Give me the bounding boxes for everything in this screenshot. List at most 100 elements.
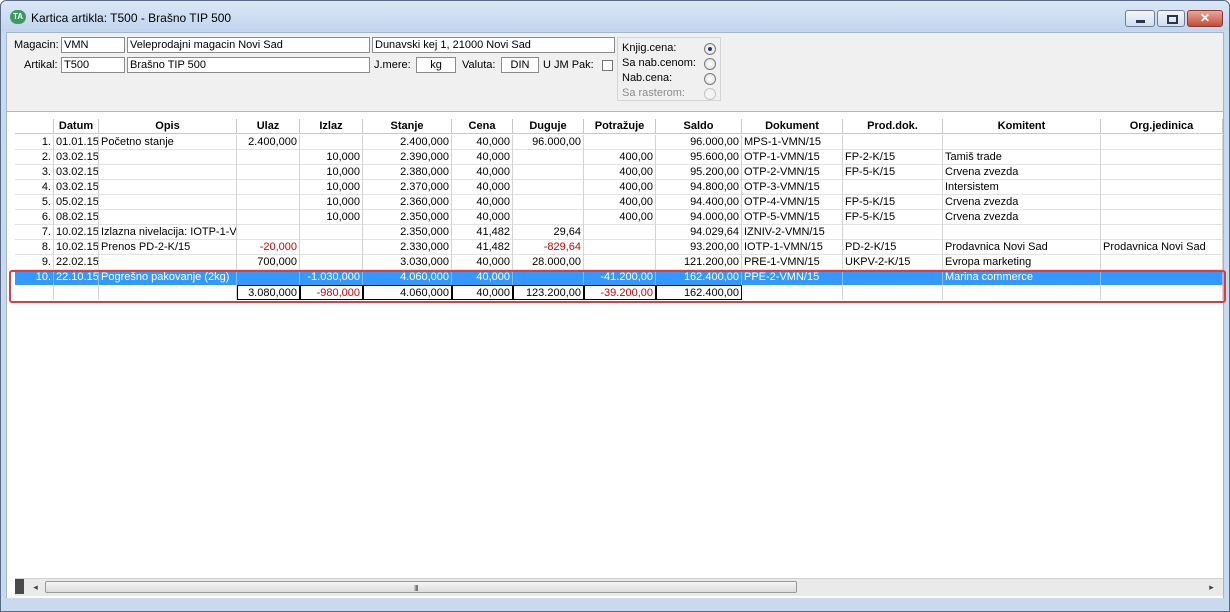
cell-col-duguje[interactable]: 28.000,00 [513, 255, 584, 270]
cell-col-ulaz[interactable]: 2.400,000 [237, 135, 300, 150]
cell-col-komitent[interactable]: Intersistem [943, 180, 1101, 195]
cell-col-komitent[interactable]: Prodavnica Novi Sad [943, 240, 1101, 255]
cell-col-datum[interactable]: 01.01.15 [54, 135, 99, 150]
cell-col-komitent[interactable]: Crvena zvezda [943, 195, 1101, 210]
sa-nab-cenom-radio[interactable] [704, 58, 716, 70]
cell-col-stanje[interactable]: 2.390,000 [363, 150, 452, 165]
cell-col-potrazuje[interactable]: 400,00 [584, 195, 656, 210]
cell-col-rownum[interactable]: 2. [15, 150, 54, 165]
scrollbar-thumb[interactable]: III [45, 581, 797, 593]
cell-col-ulaz[interactable] [237, 225, 300, 240]
cell-col-opis[interactable] [99, 210, 237, 225]
cell-col-potrazuje[interactable]: 400,00 [584, 150, 656, 165]
cell-col-org-jedinica[interactable] [1101, 225, 1223, 240]
cell-col-opis[interactable] [99, 255, 237, 270]
cell-col-prod-dok[interactable]: FP-2-K/15 [843, 150, 943, 165]
cell-col-cena[interactable]: 40,000 [452, 180, 513, 195]
cell-col-rownum[interactable]: 3. [15, 165, 54, 180]
cell-col-ulaz[interactable] [237, 165, 300, 180]
cell-col-ulaz[interactable]: 700,000 [237, 255, 300, 270]
cell-col-stanje[interactable]: 2.400,000 [363, 135, 452, 150]
cell-col-cena[interactable]: 40,000 [452, 135, 513, 150]
cell-col-duguje[interactable] [513, 150, 584, 165]
cell-col-saldo[interactable]: 94.029,64 [656, 225, 742, 240]
cell-col-stanje[interactable]: 2.330,000 [363, 240, 452, 255]
knjig-cena-radio[interactable] [704, 43, 716, 55]
cell-col-org-jedinica[interactable] [1101, 165, 1223, 180]
cell-col-dokument[interactable]: OTP-2-VMN/15 [742, 165, 843, 180]
scroll-left-icon[interactable]: ◂ [27, 580, 44, 595]
cell-col-ulaz[interactable] [237, 210, 300, 225]
cell-col-cena[interactable]: 40,000 [452, 150, 513, 165]
cell-col-potrazuje[interactable] [584, 255, 656, 270]
cell-col-potrazuje[interactable] [584, 240, 656, 255]
cell-col-saldo[interactable]: 121.200,00 [656, 255, 742, 270]
horizontal-scrollbar[interactable]: ◂ III ▸ [15, 578, 1223, 596]
cell-col-rownum[interactable]: 7. [15, 225, 54, 240]
cell-col-duguje[interactable] [513, 210, 584, 225]
article-card-grid[interactable]: ◂ III ▸ Datum Opis Ulaz Izlaz Stanje Cena Dugu… [7, 111, 1226, 598]
cell-col-cena[interactable]: 41,482 [452, 225, 513, 240]
cell-col-dokument[interactable]: OTP-4-VMN/15 [742, 195, 843, 210]
cell-col-izlaz[interactable] [300, 135, 363, 150]
cell-col-duguje[interactable] [513, 180, 584, 195]
cell-col-izlaz[interactable]: 10,000 [300, 150, 363, 165]
cell-col-rownum[interactable]: 4. [15, 180, 54, 195]
cell-col-datum[interactable]: 05.02.15 [54, 195, 99, 210]
cell-col-saldo[interactable]: 94.400,00 [656, 195, 742, 210]
header-col-ulaz[interactable]: Ulaz [237, 119, 300, 134]
cell-col-opis[interactable] [99, 150, 237, 165]
cell-col-dokument[interactable]: OTP-3-VMN/15 [742, 180, 843, 195]
cell-col-komitent[interactable]: Marina commerce [943, 270, 1101, 285]
cell-col-ulaz[interactable] [237, 195, 300, 210]
scroll-right-icon[interactable]: ▸ [1203, 580, 1220, 595]
cell-col-saldo[interactable]: 94.000,00 [656, 210, 742, 225]
cell-col-opis[interactable] [99, 180, 237, 195]
cell-col-cena[interactable]: 40,000 [452, 255, 513, 270]
cell-col-izlaz[interactable] [300, 240, 363, 255]
cell-col-prod-dok[interactable] [843, 135, 943, 150]
cell-col-duguje[interactable] [513, 165, 584, 180]
cell-col-izlaz[interactable]: 10,000 [300, 210, 363, 225]
cell-col-org-jedinica[interactable] [1101, 255, 1223, 270]
cell-col-dokument[interactable]: PRE-1-VMN/15 [742, 255, 843, 270]
cell-col-prod-dok[interactable] [843, 225, 943, 240]
cell-col-duguje[interactable]: 29,64 [513, 225, 584, 240]
cell-col-izlaz[interactable] [300, 255, 363, 270]
cell-col-opis[interactable]: Prenos PD-2-K/15 [99, 240, 237, 255]
cell-col-prod-dok[interactable]: FP-5-K/15 [843, 165, 943, 180]
cell-col-org-jedinica[interactable]: Prodavnica Novi Sad [1101, 240, 1223, 255]
cell-col-org-jedinica[interactable] [1101, 195, 1223, 210]
cell-col-dokument[interactable]: IZNIV-2-VMN/15 [742, 225, 843, 240]
cell-col-komitent[interactable]: Tamiš trade [943, 150, 1101, 165]
header-col-org-jedinica[interactable]: Org.jedinica [1101, 119, 1223, 134]
cell-col-prod-dok[interactable]: FP-5-K/15 [843, 195, 943, 210]
cell-col-org-jedinica[interactable] [1101, 150, 1223, 165]
magacin-name-field[interactable]: Veleprodajni magacin Novi Sad [127, 37, 370, 53]
cell-col-datum[interactable]: 08.02.15 [54, 210, 99, 225]
minimize-button[interactable] [1125, 10, 1155, 27]
cell-col-potrazuje[interactable] [584, 225, 656, 240]
cell-col-dokument[interactable]: OTP-1-VMN/15 [742, 150, 843, 165]
cell-col-potrazuje[interactable]: 400,00 [584, 210, 656, 225]
artikal-name-field[interactable]: Brašno TIP 500 [127, 57, 370, 73]
cell-col-saldo[interactable]: 93.200,00 [656, 240, 742, 255]
cell-col-komitent[interactable] [943, 135, 1101, 150]
cell-col-potrazuje[interactable]: 400,00 [584, 180, 656, 195]
cell-col-stanje[interactable]: 2.380,000 [363, 165, 452, 180]
cell-col-ulaz[interactable] [237, 270, 300, 285]
cell-col-komitent[interactable]: Crvena zvezda [943, 165, 1101, 180]
cell-col-izlaz[interactable]: 10,000 [300, 180, 363, 195]
cell-col-duguje[interactable] [513, 270, 584, 285]
cell-col-datum[interactable]: 22.02.15 [54, 255, 99, 270]
header-col-saldo[interactable]: Saldo [656, 119, 742, 134]
cell-col-ulaz[interactable]: -20,000 [237, 240, 300, 255]
cell-col-org-jedinica[interactable] [1101, 135, 1223, 150]
cell-col-dokument[interactable]: PPE-2-VMN/15 [742, 270, 843, 285]
cell-col-org-jedinica[interactable] [1101, 180, 1223, 195]
cell-col-duguje[interactable] [513, 195, 584, 210]
cell-col-komitent[interactable]: Crvena zvezda [943, 210, 1101, 225]
cell-col-saldo[interactable]: 162.400,00 [656, 270, 742, 285]
cell-col-komitent[interactable] [943, 225, 1101, 240]
cell-col-stanje[interactable]: 3.030,000 [363, 255, 452, 270]
